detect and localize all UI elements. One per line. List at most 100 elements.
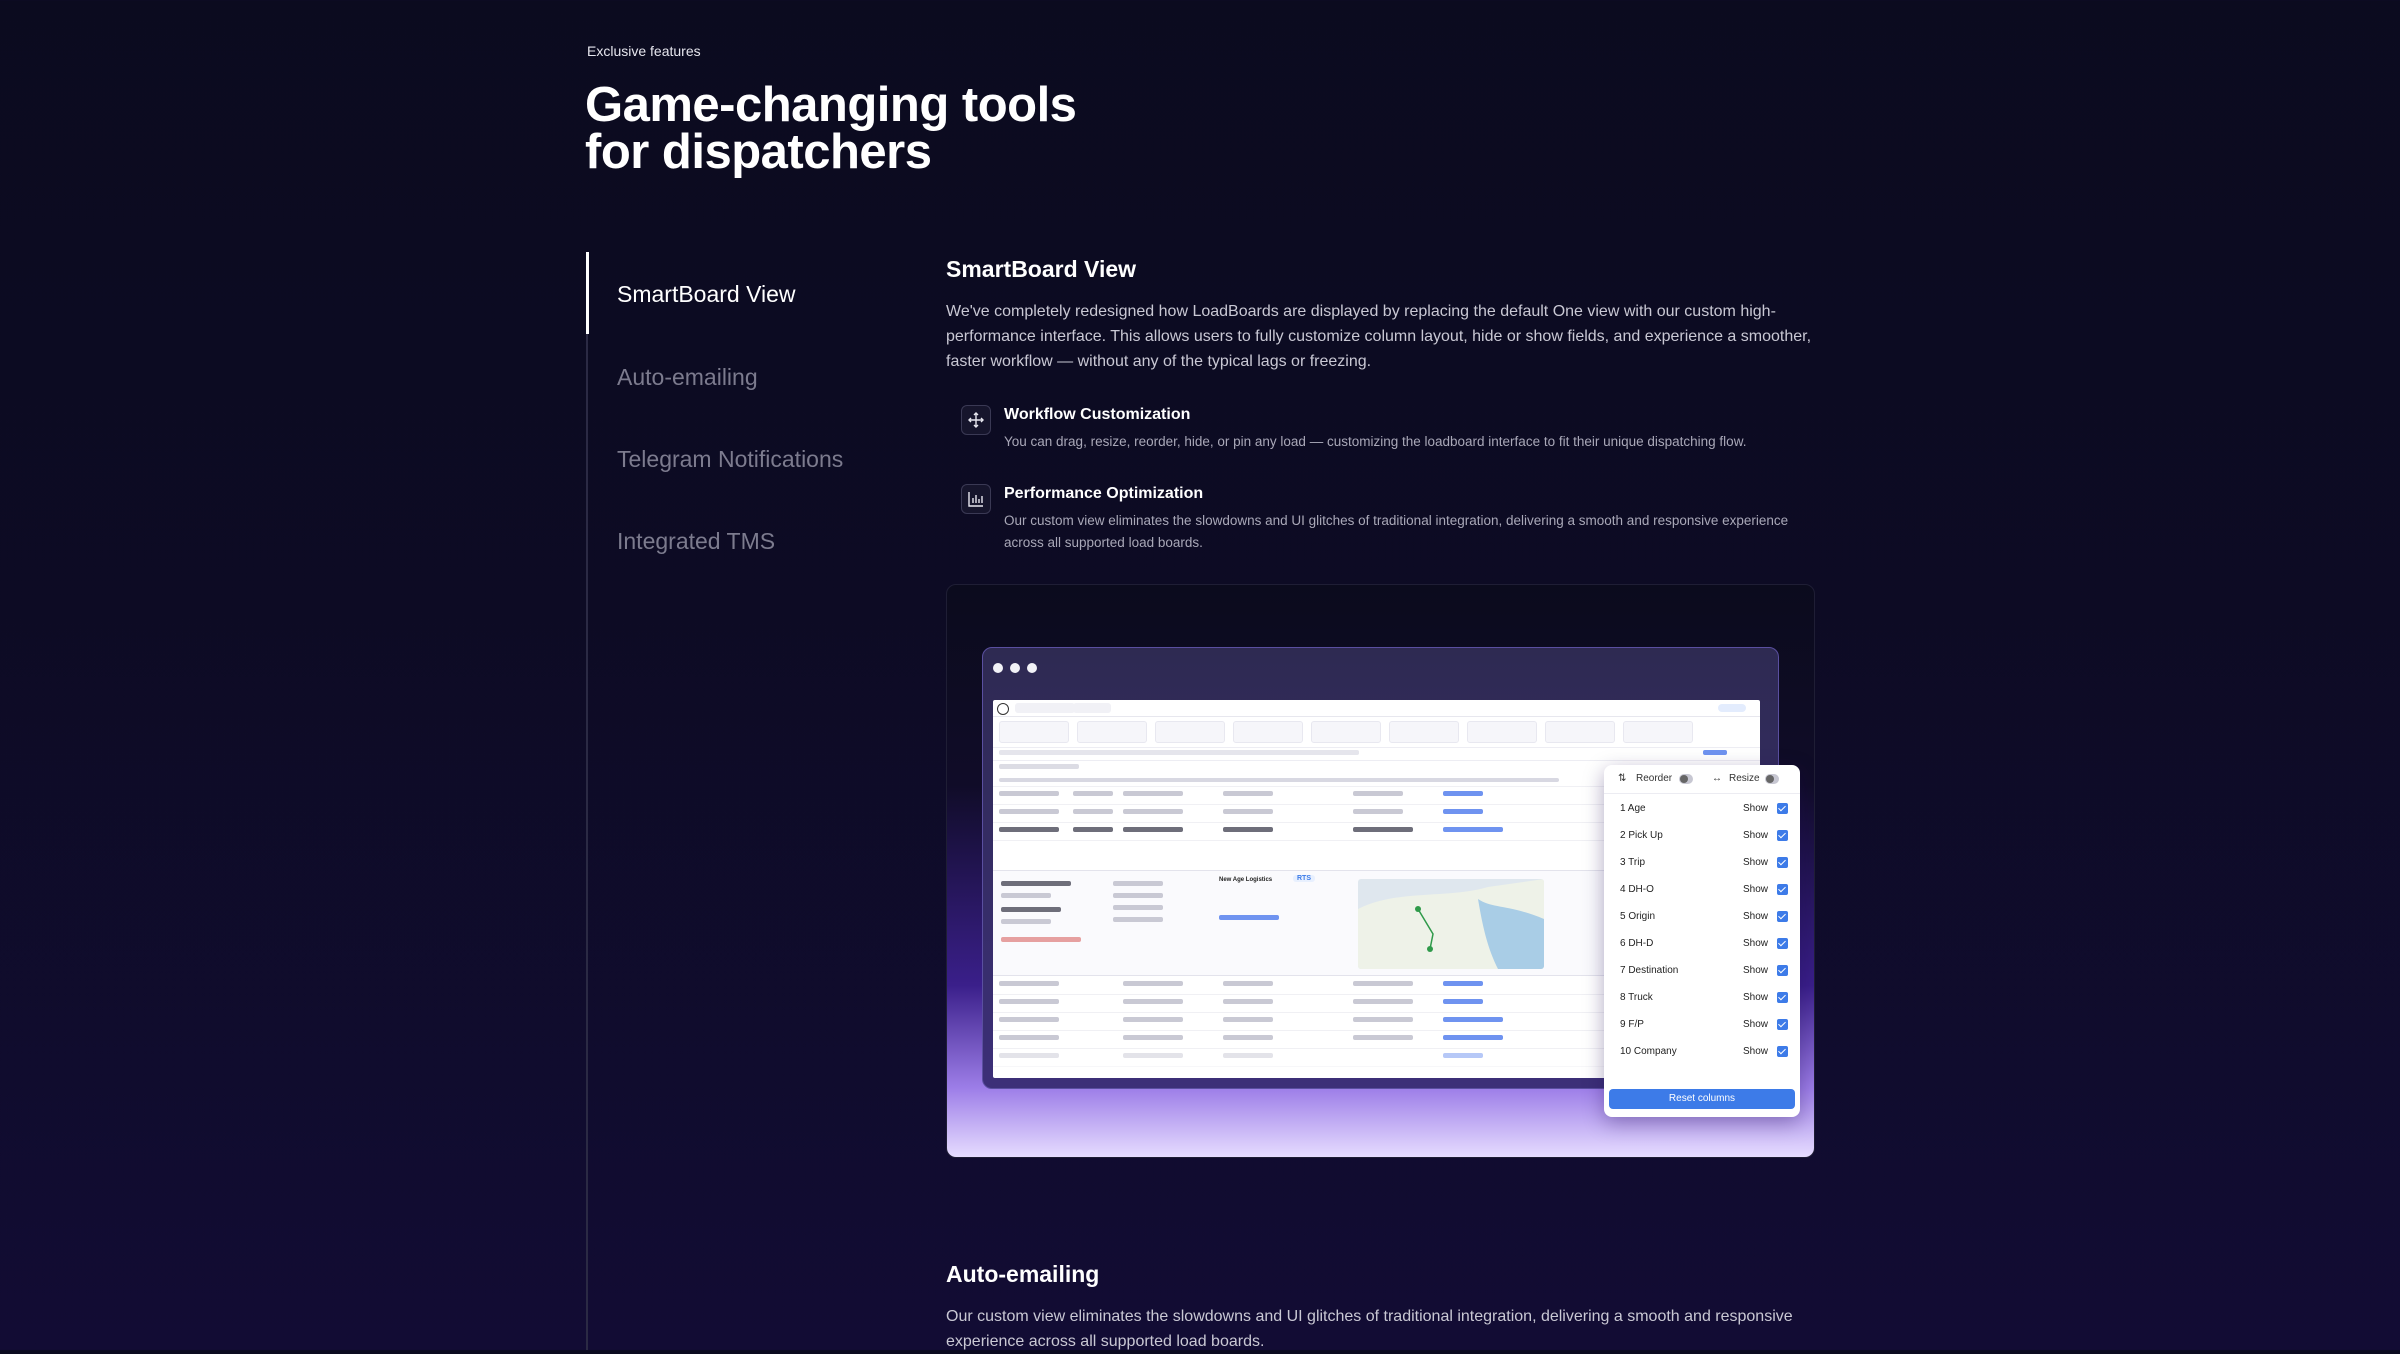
table-cell-phone <box>1443 1053 1483 1058</box>
column-show-checkbox[interactable] <box>1777 830 1788 841</box>
table-cell <box>1353 809 1403 814</box>
table-cell <box>1123 791 1183 796</box>
column-show-checkbox[interactable] <box>1777 1019 1788 1030</box>
table-cell <box>1123 1035 1183 1040</box>
window-dot-icon <box>993 663 1003 673</box>
search-chip <box>1467 721 1537 743</box>
table-cell <box>1223 1035 1273 1040</box>
column-show-checkbox[interactable] <box>1777 965 1788 976</box>
table-cell <box>1123 981 1183 986</box>
feature-title-performance-optimization: Performance Optimization <box>1004 485 1204 502</box>
column-show-checkbox[interactable] <box>1777 911 1788 922</box>
column-row-f-p[interactable]: 9 F/P Show <box>1604 1012 1800 1039</box>
nav-item-auto-emailing[interactable]: Auto-emailing <box>617 364 758 391</box>
load-info <box>1113 917 1163 922</box>
table-cell <box>1073 827 1113 832</box>
column-show-label: Show <box>1743 803 1769 814</box>
table-cell <box>999 981 1059 986</box>
table-cell-phone <box>1443 981 1483 986</box>
column-show-checkbox[interactable] <box>1777 992 1788 1003</box>
feature-nav-rail <box>586 252 588 1350</box>
feature-title-workflow-customization: Workflow Customization <box>1004 406 1191 423</box>
column-label: 8 Truck <box>1620 992 1653 1003</box>
column-label: 10 Company <box>1620 1046 1677 1057</box>
resize-label: Resize <box>1729 773 1760 784</box>
origin-text <box>1001 881 1071 886</box>
table-cell <box>1073 791 1113 796</box>
column-label: 5 Origin <box>1620 911 1656 922</box>
table-cell <box>999 791 1059 796</box>
table-cell-phone <box>1443 809 1483 814</box>
reorder-toggle[interactable] <box>1679 774 1693 784</box>
smartboard-section-body: We've completely redesigned how LoadBoar… <box>946 303 1812 370</box>
table-cell <box>1073 809 1113 814</box>
detail-contact <box>1219 915 1279 920</box>
toolbar-actions <box>999 764 1079 769</box>
column-show-label: Show <box>1743 857 1769 868</box>
table-cell <box>1353 827 1413 832</box>
column-show-checkbox[interactable] <box>1777 803 1788 814</box>
column-settings-panel: ⇅ Reorder ↔ Resize 1 Age Show 2 Pick Up Sh… <box>1604 765 1800 1117</box>
column-row-truck[interactable]: 8 Truck Show <box>1604 985 1800 1012</box>
search-chip <box>1623 721 1693 743</box>
search-chip <box>1077 721 1147 743</box>
table-cell <box>1123 827 1183 832</box>
table-cell <box>999 1035 1059 1040</box>
search-chip <box>1311 721 1381 743</box>
table-cell <box>999 827 1059 832</box>
route-map <box>1358 879 1544 969</box>
column-label: 1 Age <box>1620 803 1646 814</box>
column-row-destination[interactable]: 7 Destination Show <box>1604 958 1800 985</box>
table-cell <box>1223 999 1273 1004</box>
table-cell <box>1223 981 1273 986</box>
table-cell <box>1353 791 1403 796</box>
column-show-label: Show <box>1743 911 1769 922</box>
column-row-origin[interactable]: 5 Origin Show <box>1604 904 1800 931</box>
nav-item-telegram-notifications[interactable]: Telegram Notifications <box>617 446 843 473</box>
column-row-pick-up[interactable]: 2 Pick Up Show <box>1604 823 1800 850</box>
column-row-dh-o[interactable]: 4 DH-O Show <box>1604 877 1800 904</box>
table-cell <box>1123 809 1183 814</box>
table-cell-phone <box>1443 791 1483 796</box>
column-show-checkbox[interactable] <box>1777 1046 1788 1057</box>
rts-badge: RTS <box>1293 875 1315 882</box>
feature-nav-active-indicator <box>586 252 589 334</box>
column-row-company[interactable]: 10 Company Show <box>1604 1039 1800 1066</box>
table-cell <box>1223 827 1273 832</box>
search-button <box>1703 750 1727 755</box>
table-cell <box>1353 981 1413 986</box>
column-show-label: Show <box>1743 1046 1769 1057</box>
column-row-dh-d[interactable]: 6 DH-D Show <box>1604 931 1800 958</box>
nav-item-smartboard-view[interactable]: SmartBoard View <box>617 281 796 308</box>
table-cell <box>1353 1017 1413 1022</box>
column-show-label: Show <box>1743 884 1769 895</box>
column-row-age[interactable]: 1 Age Show <box>1604 796 1800 823</box>
table-cell <box>999 1017 1059 1022</box>
table-cell <box>1223 809 1273 814</box>
table-cell <box>999 999 1059 1004</box>
column-show-checkbox[interactable] <box>1777 884 1788 895</box>
page-title: Game-changing tools for dispatchers <box>585 81 1185 177</box>
resize-icon: ↔ <box>1712 773 1722 784</box>
load-info <box>1113 893 1163 898</box>
table-cell <box>1123 1017 1183 1022</box>
column-show-checkbox[interactable] <box>1777 938 1788 949</box>
app-logo-icon <box>997 703 1009 715</box>
filter-fields <box>999 750 1359 755</box>
feature-desc-performance-optimization: Our custom view eliminates the slowdowns… <box>1004 513 1789 550</box>
column-row-trip[interactable]: 3 Trip Show <box>1604 850 1800 877</box>
pickup-time <box>1001 893 1051 898</box>
table-cell <box>999 809 1059 814</box>
window-dot-icon <box>1010 663 1020 673</box>
table-cell <box>999 1053 1059 1058</box>
column-label: 2 Pick Up <box>1620 830 1663 841</box>
nav-item-integrated-tms[interactable]: Integrated TMS <box>617 528 775 555</box>
reorder-icon: ⇅ <box>1618 773 1627 784</box>
reset-columns-button[interactable]: Reset columns <box>1609 1089 1795 1109</box>
resize-toggle[interactable] <box>1765 774 1779 784</box>
column-show-label: Show <box>1743 965 1769 976</box>
column-label: 6 DH-D <box>1620 938 1654 949</box>
table-cell <box>1123 1053 1183 1058</box>
column-show-checkbox[interactable] <box>1777 857 1788 868</box>
table-header-cells <box>999 778 1559 782</box>
